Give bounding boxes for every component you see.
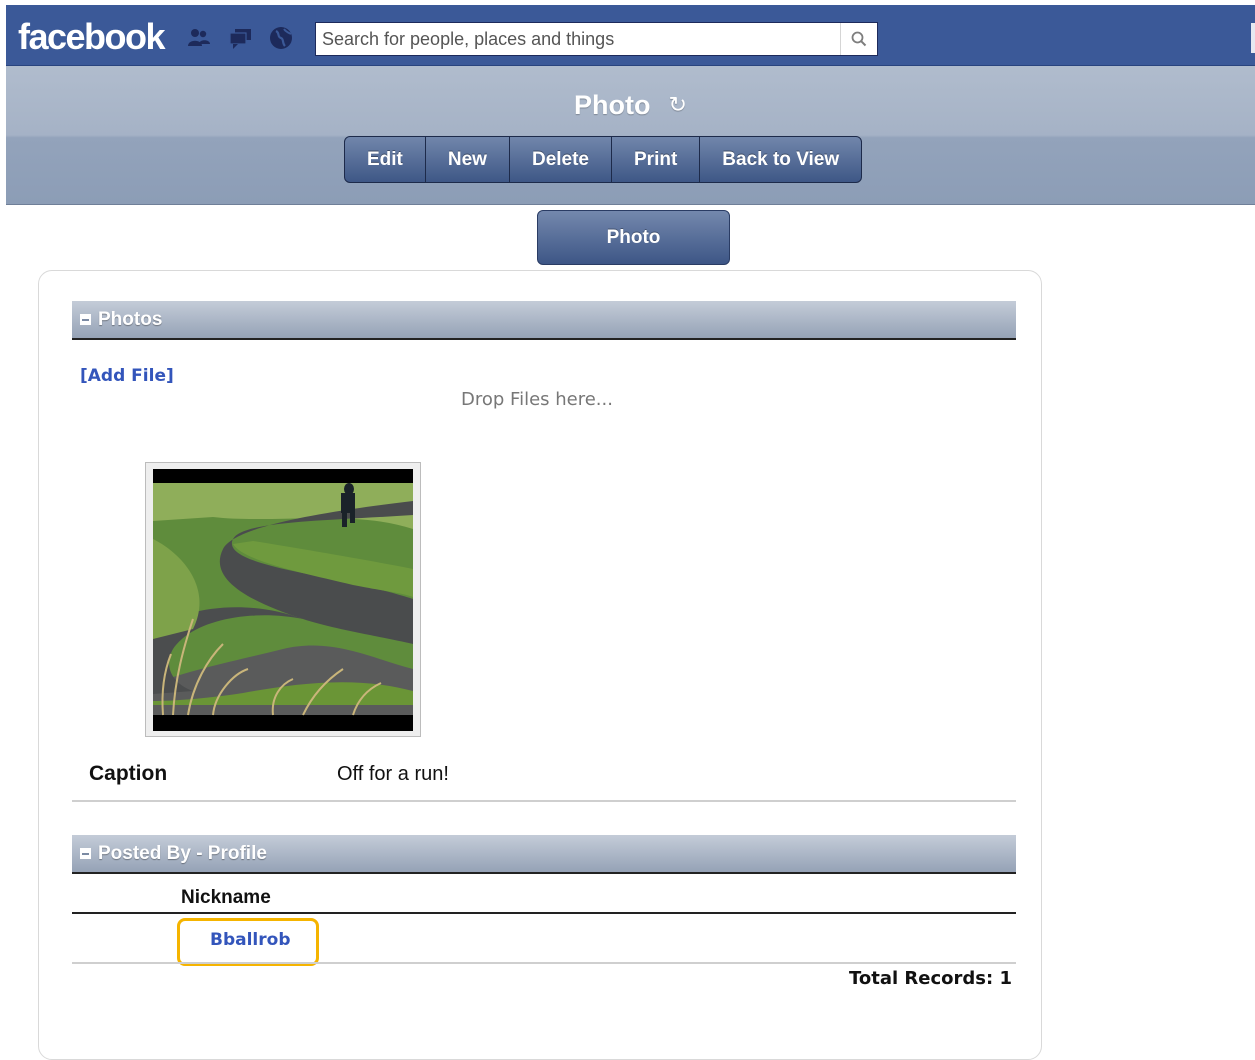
print-button[interactable]: Print xyxy=(612,137,701,182)
search-button[interactable] xyxy=(840,23,877,55)
drop-zone-hint[interactable]: Drop Files here... xyxy=(461,389,613,410)
facebook-logo[interactable]: facebook xyxy=(18,17,166,57)
edit-button[interactable]: Edit xyxy=(345,137,426,182)
table-header-divider xyxy=(72,912,1016,914)
page-title-row: Photo ↻ xyxy=(6,90,1255,121)
section-divider xyxy=(72,800,1016,802)
search-box xyxy=(315,22,878,56)
caption-value: Off for a run! xyxy=(337,763,449,785)
magnifier-icon xyxy=(851,31,867,47)
table-row-nickname-link[interactable]: Bballrob xyxy=(210,930,290,950)
posted-by-section-title: Posted By - Profile xyxy=(98,842,267,864)
right-edge-tab xyxy=(1251,23,1255,53)
caption-label: Caption xyxy=(89,762,168,785)
notifications-globe-icon[interactable] xyxy=(268,25,294,51)
photos-section-title: Photos xyxy=(98,308,163,330)
tab-photo[interactable]: Photo xyxy=(537,210,730,265)
new-button[interactable]: New xyxy=(426,137,510,182)
collapse-icon[interactable] xyxy=(80,848,91,859)
back-to-view-button[interactable]: Back to View xyxy=(700,137,861,182)
refresh-icon[interactable]: ↻ xyxy=(669,92,687,118)
friends-icon[interactable] xyxy=(186,25,212,51)
total-records: Total Records: 1 xyxy=(848,968,1012,989)
add-file-link[interactable]: [Add File] xyxy=(80,366,174,386)
table-bottom-divider xyxy=(72,962,1016,964)
messages-icon[interactable] xyxy=(228,25,254,51)
page-header: Photo ↻ Edit New Delete Print Back to Vie… xyxy=(6,66,1255,205)
photo-thumbnail[interactable] xyxy=(145,462,421,737)
page-title: Photo xyxy=(574,90,651,120)
facebook-top-bar: facebook xyxy=(6,5,1255,66)
nickname-column-header[interactable]: Nickname xyxy=(181,887,271,909)
posted-by-section-header: Posted By - Profile xyxy=(72,835,1016,874)
record-toolbar: Edit New Delete Print Back to View xyxy=(344,136,863,183)
photo-image xyxy=(153,469,413,731)
photos-section-header: Photos xyxy=(72,301,1016,340)
delete-button[interactable]: Delete xyxy=(510,137,612,182)
search-input[interactable] xyxy=(316,23,841,55)
collapse-icon[interactable] xyxy=(80,314,91,325)
